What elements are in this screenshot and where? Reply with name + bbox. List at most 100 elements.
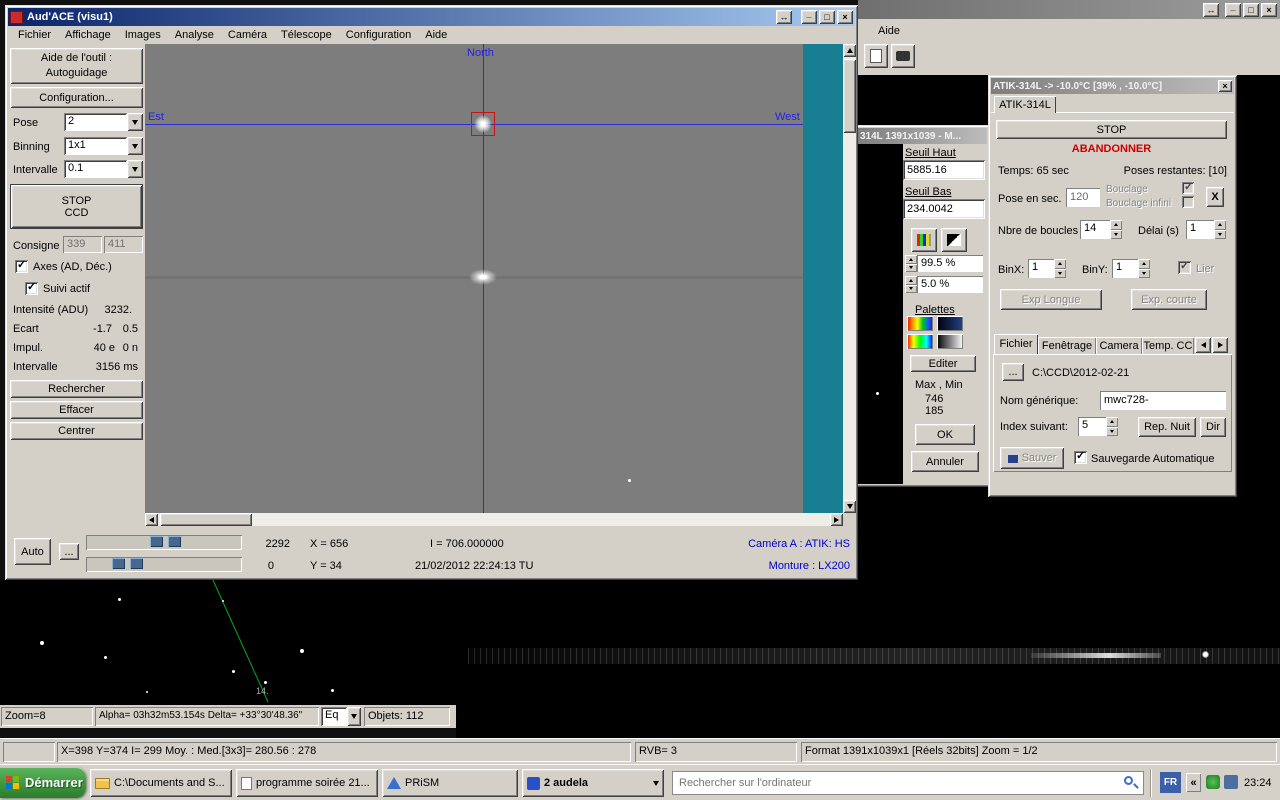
task-documents[interactable]: C:\Documents and S... <box>90 769 232 797</box>
spin-down-button[interactable] <box>905 264 917 273</box>
tab-temp-ccd[interactable]: Temp. CC <box>1142 337 1194 354</box>
slider-handle[interactable] <box>150 536 163 547</box>
palette-rainbow-button[interactable] <box>907 316 933 331</box>
menu-configuration[interactable]: Configuration <box>339 27 418 43</box>
ccd-viewport[interactable]: North Est West <box>145 44 843 513</box>
boucles-spinner[interactable]: 14 <box>1080 220 1122 239</box>
binning-dropdown-button[interactable] <box>127 137 143 155</box>
audace-close-button[interactable]: × <box>837 10 853 24</box>
binning-combobox[interactable]: 1x1 <box>64 137 143 155</box>
starmap-canvas[interactable]: 14. <box>0 580 456 705</box>
start-button[interactable]: Démarrer <box>0 767 86 798</box>
pose-dropdown-button[interactable] <box>127 113 143 131</box>
vertical-scrollbar[interactable] <box>843 44 856 513</box>
horizontal-scroll-thumb[interactable] <box>160 513 252 526</box>
more-button[interactable]: ... <box>59 543 79 560</box>
atik-stop-button[interactable]: STOP <box>996 120 1227 139</box>
vertical-scroll-thumb[interactable] <box>843 59 856 133</box>
ok-button[interactable]: OK <box>915 424 975 445</box>
language-indicator[interactable]: FR <box>1160 772 1181 793</box>
scroll-left-button[interactable] <box>145 513 158 526</box>
bouclage-infini-checkbox[interactable] <box>1182 196 1194 208</box>
stop-ccd-button[interactable]: STOP CCD <box>10 184 143 229</box>
bg-toolbar-button-1[interactable] <box>864 44 888 68</box>
effacer-button[interactable]: Effacer <box>10 401 143 419</box>
exp-longue-button[interactable]: Exp Longue <box>1000 289 1102 310</box>
rechercher-button[interactable]: Rechercher <box>10 380 143 398</box>
menu-affichage[interactable]: Affichage <box>58 27 118 43</box>
seuil-bas-field[interactable]: 234.0042 <box>903 199 985 219</box>
task-audela-group[interactable]: 2 audela <box>522 769 664 797</box>
atik-main-tab[interactable]: ATIK-314L <box>994 96 1056 113</box>
slider-handle[interactable] <box>112 558 125 569</box>
menu-camera[interactable]: Caméra <box>221 27 274 43</box>
palette-spectrum-button[interactable] <box>907 334 933 349</box>
spin-down-button[interactable] <box>1110 230 1122 240</box>
menu-aide[interactable]: Aide <box>418 27 454 43</box>
bg-menu-aide[interactable]: Aide <box>878 25 900 37</box>
eq-dropdown-button[interactable] <box>347 707 361 726</box>
tab-scroll-left-button[interactable] <box>1195 337 1211 353</box>
atik-titlebar[interactable]: ATIK-314L -> -10.0°C [39% , -10.0°C] × <box>991 78 1234 94</box>
spin-up-button[interactable] <box>1214 220 1226 230</box>
rep-nuit-button[interactable]: Rep. Nuit <box>1138 417 1196 437</box>
tool-help-button[interactable]: Aide de l'outil : Autoguidage <box>10 48 143 84</box>
tab-camera[interactable]: Camera <box>1096 337 1142 354</box>
pose-combobox[interactable]: 2 <box>64 113 143 131</box>
intervalle-combobox[interactable]: 0.1 <box>64 160 143 178</box>
taskbar-search-box[interactable] <box>672 771 1144 795</box>
sauver-button[interactable]: Sauver <box>1000 447 1064 469</box>
abandonner-button[interactable]: ABANDONNER <box>996 141 1227 157</box>
percent-high-spinner[interactable]: 99.5 % <box>905 255 983 272</box>
pose-cancel-button[interactable]: X <box>1206 187 1224 207</box>
spin-down-button[interactable] <box>1214 230 1226 240</box>
bg-toolbar-button-2[interactable] <box>891 44 915 68</box>
tray-icon-green[interactable] <box>1206 775 1220 789</box>
slider-handle[interactable] <box>168 536 181 547</box>
axes-checkbox[interactable] <box>15 260 28 273</box>
intervalle-dropdown-button[interactable] <box>127 160 143 178</box>
spin-up-button[interactable] <box>905 255 917 264</box>
eq-combobox[interactable]: Eq <box>321 707 361 726</box>
scroll-right-button[interactable] <box>830 513 843 526</box>
spin-up-button[interactable] <box>1106 417 1118 427</box>
audace-minimize-button[interactable]: _ <box>801 10 817 24</box>
threshold-slider-low[interactable] <box>86 557 242 572</box>
horizontal-scrollbar[interactable] <box>145 513 843 526</box>
search-input[interactable] <box>673 777 1122 789</box>
bouclage-checkbox[interactable] <box>1182 182 1194 194</box>
bg-close-button[interactable]: × <box>1261 3 1277 17</box>
menu-analyse[interactable]: Analyse <box>168 27 221 43</box>
menu-fichier[interactable]: Fichier <box>11 27 58 43</box>
auto-button[interactable]: Auto <box>14 538 51 565</box>
annuler-button[interactable]: Annuler <box>911 451 979 472</box>
spin-up-button[interactable] <box>1110 220 1122 230</box>
spin-up-button[interactable] <box>1054 259 1066 269</box>
tray-chevron-button[interactable]: « <box>1186 773 1201 792</box>
tab-fenetrage[interactable]: Fenêtrage <box>1038 337 1096 354</box>
tab-fichier[interactable]: Fichier <box>994 334 1038 354</box>
menu-images[interactable]: Images <box>118 27 168 43</box>
biny-spinner[interactable]: 1 <box>1112 259 1150 278</box>
invert-button[interactable] <box>941 228 967 252</box>
bg-restore-button[interactable]: □ <box>1243 3 1259 17</box>
seuil-haut-field[interactable]: 5885.16 <box>903 160 985 180</box>
index-suivant-spinner[interactable]: 5 <box>1078 417 1118 436</box>
bg-resize-button[interactable]: ↔ <box>1203 3 1219 17</box>
spin-down-button[interactable] <box>1138 269 1150 279</box>
menu-telescope[interactable]: Télescope <box>274 27 339 43</box>
bg-minimize-button[interactable]: _ <box>1225 3 1241 17</box>
spin-up-button[interactable] <box>905 276 917 285</box>
background-titlebar[interactable]: ↔ _ □ × <box>858 0 1280 19</box>
task-programme[interactable]: programme soirée 21... <box>236 769 378 797</box>
dir-button[interactable]: Dir <box>1200 417 1226 437</box>
centrer-button[interactable]: Centrer <box>10 422 143 440</box>
nom-generique-field[interactable]: mwc728- <box>1100 391 1226 410</box>
editer-button[interactable]: Editer <box>910 355 976 372</box>
seuil-titlebar[interactable]: 314L 1391x1039 - M... <box>858 128 987 144</box>
delai-spinner[interactable]: 1 <box>1186 220 1226 239</box>
spectrum-window[interactable] <box>456 580 1280 738</box>
consigne-x-field[interactable]: 339 <box>63 236 102 253</box>
tab-scroll-right-button[interactable] <box>1212 337 1228 353</box>
spin-down-button[interactable] <box>1106 427 1118 437</box>
